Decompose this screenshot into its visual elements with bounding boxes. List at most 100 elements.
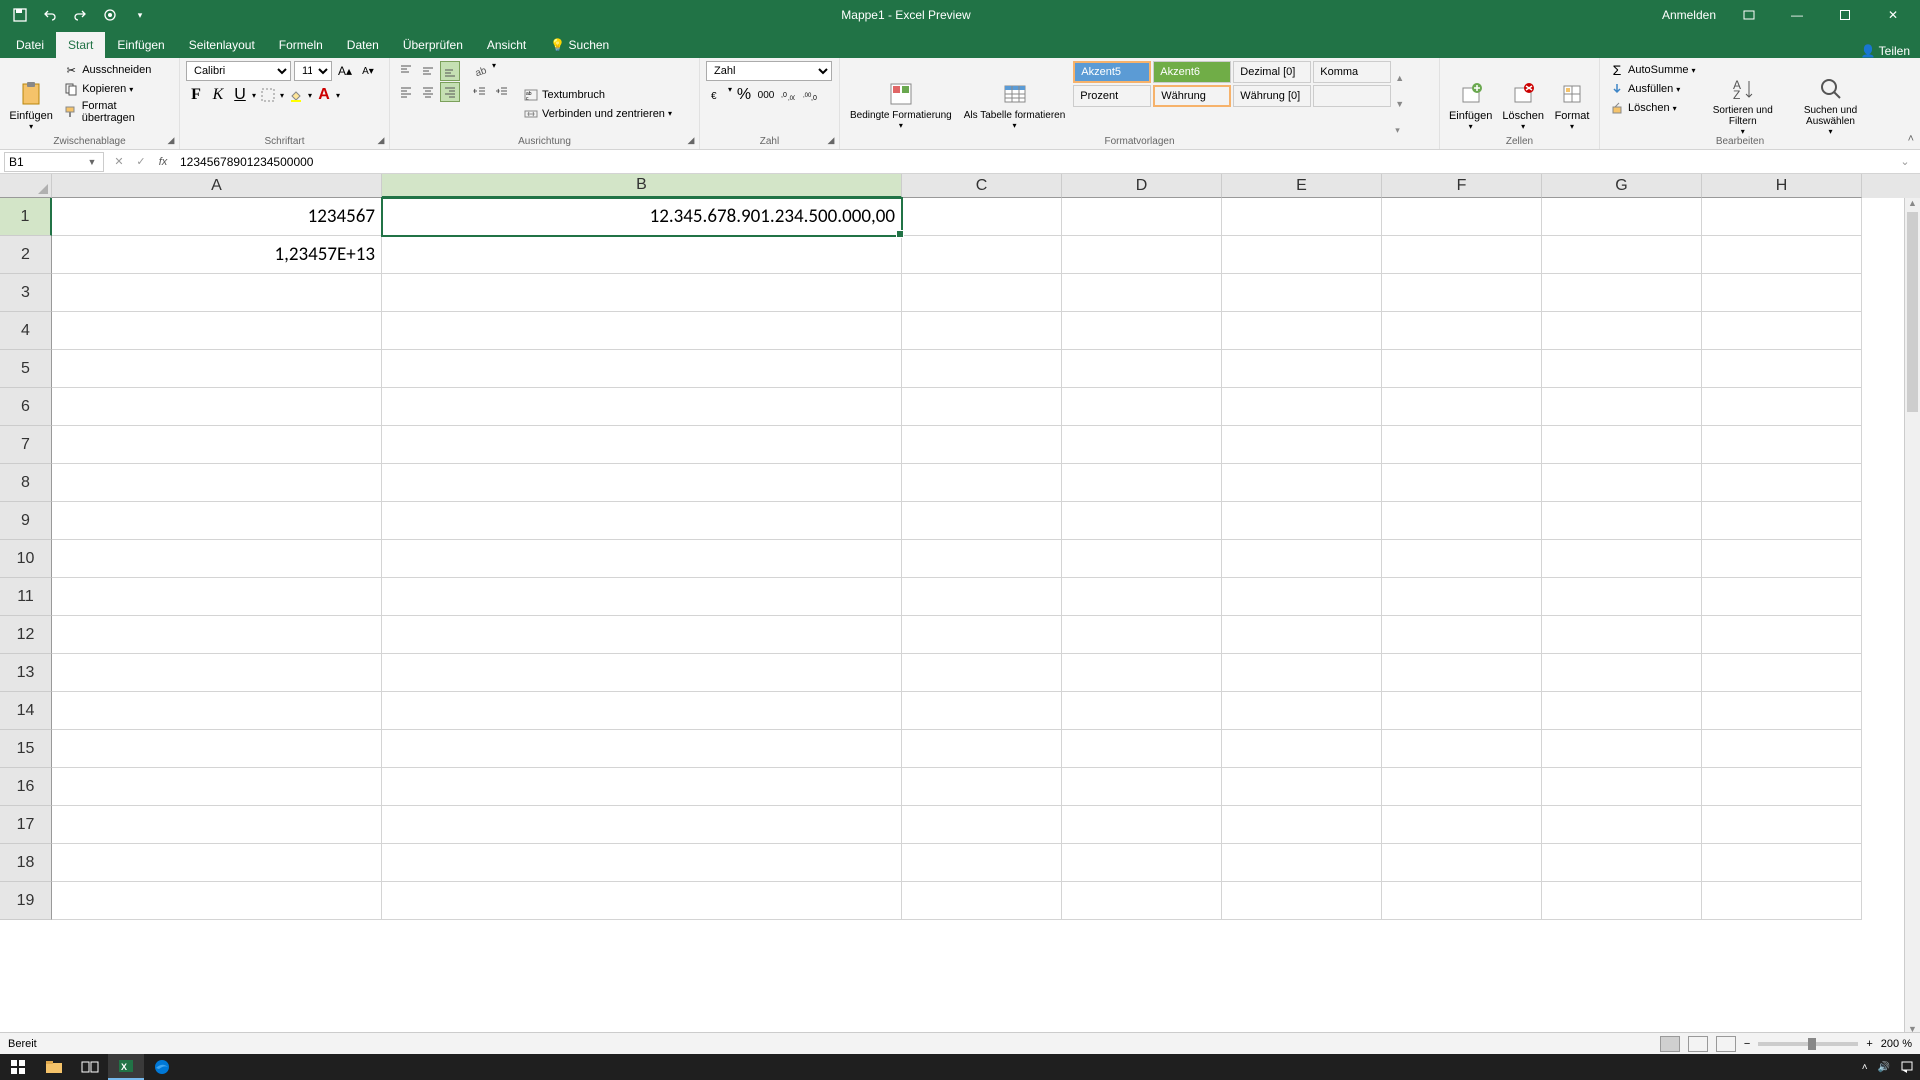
cell-A6[interactable] <box>52 388 382 426</box>
row-header-18[interactable]: 18 <box>0 844 52 882</box>
cell-C13[interactable] <box>902 654 1062 692</box>
fill-button[interactable]: Ausfüllen ▾ <box>1606 80 1699 98</box>
column-header-E[interactable]: E <box>1222 174 1382 198</box>
cell-G18[interactable] <box>1542 844 1702 882</box>
normal-view-icon[interactable] <box>1660 1036 1680 1052</box>
merge-center-button[interactable]: Verbinden und zentrieren ▾ <box>520 105 675 123</box>
cell-H8[interactable] <box>1702 464 1862 502</box>
cell-G19[interactable] <box>1542 882 1702 920</box>
style-waehrung0[interactable]: Währung [0] <box>1233 85 1311 107</box>
cell-E16[interactable] <box>1222 768 1382 806</box>
cell-H17[interactable] <box>1702 806 1862 844</box>
cell-C17[interactable] <box>902 806 1062 844</box>
cell-B6[interactable] <box>382 388 902 426</box>
tab-einfuegen[interactable]: Einfügen <box>105 32 176 58</box>
cell-H14[interactable] <box>1702 692 1862 730</box>
cell-F14[interactable] <box>1382 692 1542 730</box>
cell-H6[interactable] <box>1702 388 1862 426</box>
cell-B15[interactable] <box>382 730 902 768</box>
cell-F12[interactable] <box>1382 616 1542 654</box>
cell-G8[interactable] <box>1542 464 1702 502</box>
decrease-font-icon[interactable]: A▾ <box>358 61 378 81</box>
cell-D16[interactable] <box>1062 768 1222 806</box>
cell-B14[interactable] <box>382 692 902 730</box>
number-format-select[interactable]: Zahl <box>706 61 832 81</box>
style-waehrung[interactable]: Währung <box>1153 85 1231 107</box>
cell-B11[interactable] <box>382 578 902 616</box>
save-icon[interactable] <box>10 5 30 25</box>
cell-G12[interactable] <box>1542 616 1702 654</box>
cell-B19[interactable] <box>382 882 902 920</box>
column-header-C[interactable]: C <box>902 174 1062 198</box>
cell-G1[interactable] <box>1542 198 1702 236</box>
row-header-4[interactable]: 4 <box>0 312 52 350</box>
cell-C1[interactable] <box>902 198 1062 236</box>
cell-F6[interactable] <box>1382 388 1542 426</box>
cell-B3[interactable] <box>382 274 902 312</box>
row-header-11[interactable]: 11 <box>0 578 52 616</box>
align-top-icon[interactable] <box>396 61 416 81</box>
styles-scroll-up-icon[interactable]: ▲ <box>1395 73 1404 83</box>
cell-A5[interactable] <box>52 350 382 388</box>
tab-datei[interactable]: Datei <box>4 32 56 58</box>
cell-F19[interactable] <box>1382 882 1542 920</box>
row-header-1[interactable]: 1 <box>0 198 52 236</box>
decrease-decimal-icon[interactable]: ,00,0 <box>800 85 820 105</box>
cell-F15[interactable] <box>1382 730 1542 768</box>
cell-C2[interactable] <box>902 236 1062 274</box>
row-header-9[interactable]: 9 <box>0 502 52 540</box>
cell-H11[interactable] <box>1702 578 1862 616</box>
percent-format-icon[interactable]: % <box>734 85 754 105</box>
task-view-icon[interactable] <box>72 1054 108 1080</box>
font-size-select[interactable]: 11 <box>294 61 332 81</box>
cell-G6[interactable] <box>1542 388 1702 426</box>
cell-E13[interactable] <box>1222 654 1382 692</box>
cell-F18[interactable] <box>1382 844 1542 882</box>
cell-A4[interactable] <box>52 312 382 350</box>
cell-B17[interactable] <box>382 806 902 844</box>
cell-F7[interactable] <box>1382 426 1542 464</box>
cell-H5[interactable] <box>1702 350 1862 388</box>
cell-B1[interactable]: 12.345.678.901.234.500.000,00 <box>382 198 902 236</box>
cell-C7[interactable] <box>902 426 1062 464</box>
wrap-text-button[interactable]: abcTextumbruch <box>520 86 675 104</box>
cell-C6[interactable] <box>902 388 1062 426</box>
cell-G16[interactable] <box>1542 768 1702 806</box>
cell-A10[interactable] <box>52 540 382 578</box>
minimize-icon[interactable]: — <box>1782 5 1812 25</box>
tell-me[interactable]: 💡 Suchen <box>538 32 621 58</box>
cell-B9[interactable] <box>382 502 902 540</box>
zoom-slider[interactable] <box>1758 1042 1858 1046</box>
cell-D5[interactable] <box>1062 350 1222 388</box>
cell-A18[interactable] <box>52 844 382 882</box>
cell-D15[interactable] <box>1062 730 1222 768</box>
cell-D4[interactable] <box>1062 312 1222 350</box>
cell-B5[interactable] <box>382 350 902 388</box>
row-header-12[interactable]: 12 <box>0 616 52 654</box>
cell-H10[interactable] <box>1702 540 1862 578</box>
excel-taskbar-icon[interactable]: X <box>108 1054 144 1080</box>
cell-B18[interactable] <box>382 844 902 882</box>
cell-G15[interactable] <box>1542 730 1702 768</box>
cell-E11[interactable] <box>1222 578 1382 616</box>
page-layout-view-icon[interactable] <box>1688 1036 1708 1052</box>
alignment-dialog-launcher[interactable]: ◢ <box>685 134 697 146</box>
cell-B8[interactable] <box>382 464 902 502</box>
row-header-16[interactable]: 16 <box>0 768 52 806</box>
font-color-icon[interactable]: A <box>314 85 334 105</box>
cell-F3[interactable] <box>1382 274 1542 312</box>
name-box[interactable]: B1 ▼ <box>4 152 104 172</box>
font-name-select[interactable]: Calibri <box>186 61 291 81</box>
edge-taskbar-icon[interactable] <box>144 1054 180 1080</box>
cell-D11[interactable] <box>1062 578 1222 616</box>
italic-button[interactable]: K <box>208 85 228 105</box>
column-header-F[interactable]: F <box>1382 174 1542 198</box>
cell-E1[interactable] <box>1222 198 1382 236</box>
cell-H3[interactable] <box>1702 274 1862 312</box>
cell-A14[interactable] <box>52 692 382 730</box>
cell-D1[interactable] <box>1062 198 1222 236</box>
cell-E9[interactable] <box>1222 502 1382 540</box>
format-painter-button[interactable]: Format übertragen <box>60 99 173 125</box>
align-middle-icon[interactable] <box>418 61 438 81</box>
cell-E8[interactable] <box>1222 464 1382 502</box>
